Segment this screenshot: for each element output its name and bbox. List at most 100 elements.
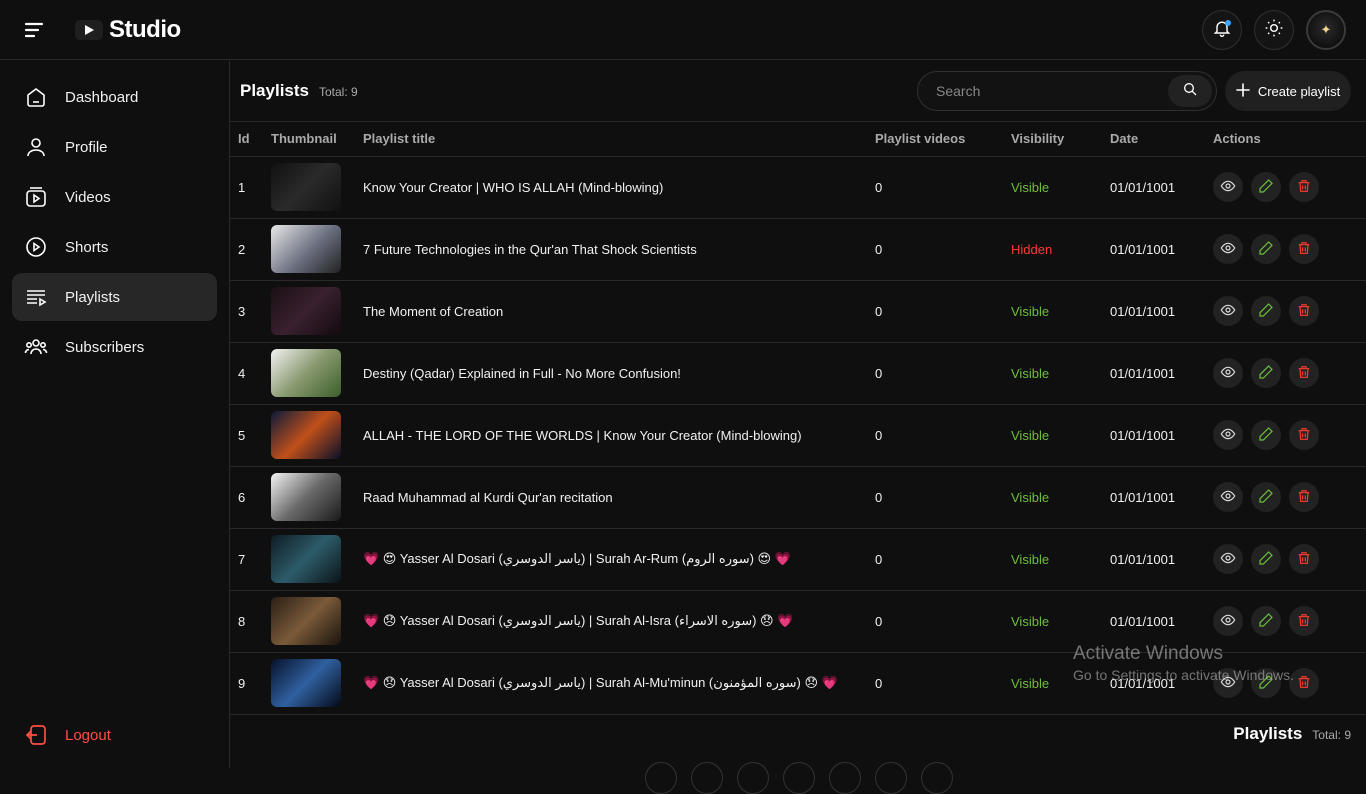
- sidebar-item-dashboard[interactable]: Dashboard: [12, 73, 217, 121]
- visibility-status: Visible: [1011, 528, 1110, 591]
- visibility-status: Visible: [1011, 280, 1110, 343]
- playlist-thumbnail[interactable]: [271, 287, 341, 335]
- playlist-title[interactable]: 7 Future Technologies in the Qur'an That…: [363, 218, 875, 281]
- sidebar-item-subscribers[interactable]: Subscribers: [12, 323, 217, 371]
- playlist-thumbnail[interactable]: [271, 597, 341, 645]
- delete-button[interactable]: [1289, 482, 1319, 512]
- view-button[interactable]: [1213, 668, 1243, 698]
- main-content: Playlists Total: 9 Create playlist Id Th…: [230, 61, 1366, 768]
- row-id: 1: [230, 156, 271, 219]
- playlist-video-count: 0: [875, 528, 1011, 591]
- delete-button[interactable]: [1289, 172, 1319, 202]
- playlist-title[interactable]: 💗 😞 Yasser Al Dosari (ياسر الدوسري) | Su…: [363, 652, 875, 715]
- edit-button[interactable]: [1251, 544, 1281, 574]
- sidebar-item-videos[interactable]: Videos: [12, 173, 217, 221]
- sidebar-item-label: Dashboard: [65, 88, 139, 106]
- pencil-icon: [1258, 302, 1274, 321]
- view-button[interactable]: [1213, 172, 1243, 202]
- view-button[interactable]: [1213, 482, 1243, 512]
- playlist-thumbnail[interactable]: [271, 535, 341, 583]
- play-logo-icon: [75, 20, 103, 40]
- playlist-title[interactable]: Know Your Creator | WHO IS ALLAH (Mind-b…: [363, 156, 875, 219]
- row-id: 9: [230, 652, 271, 715]
- column-header: Date: [1110, 122, 1213, 157]
- column-header: Visibility: [1011, 122, 1110, 157]
- table-row: 5 ALLAH - THE LORD OF THE WORLDS | Know …: [230, 404, 1366, 467]
- sidebar-item-profile[interactable]: Profile: [12, 123, 217, 171]
- playlist-thumbnail[interactable]: [271, 349, 341, 397]
- page-button[interactable]: [875, 762, 907, 794]
- playlist-date: 01/01/1001: [1110, 466, 1213, 529]
- theme-toggle-button[interactable]: [1254, 10, 1294, 50]
- sidebar-item-label: Shorts: [65, 238, 109, 256]
- playlist-thumbnail[interactable]: [271, 473, 341, 521]
- page-title: Playlists: [240, 81, 309, 100]
- edit-button[interactable]: [1251, 482, 1281, 512]
- edit-button[interactable]: [1251, 358, 1281, 388]
- create-playlist-button[interactable]: Create playlist: [1225, 71, 1351, 111]
- eye-icon: [1220, 178, 1236, 197]
- sidebar-item-shorts[interactable]: Shorts: [12, 223, 217, 271]
- playlist-title[interactable]: ALLAH - THE LORD OF THE WORLDS | Know Yo…: [363, 404, 875, 467]
- table-row: 2 7 Future Technologies in the Qur'an Th…: [230, 218, 1366, 281]
- notifications-button[interactable]: [1202, 10, 1242, 50]
- page-button[interactable]: [691, 762, 723, 794]
- playlist-thumbnail[interactable]: [271, 411, 341, 459]
- edit-button[interactable]: [1251, 234, 1281, 264]
- sidebar-item-label: Videos: [65, 188, 111, 206]
- playlist-thumbnail[interactable]: [271, 225, 341, 273]
- sidebar-item-label: Subscribers: [65, 338, 145, 356]
- playlist-thumbnail[interactable]: [271, 163, 341, 211]
- edit-button[interactable]: [1251, 668, 1281, 698]
- top-bar: Studio ✦: [0, 0, 1366, 60]
- edit-button[interactable]: [1251, 296, 1281, 326]
- trash-icon: [1296, 550, 1312, 569]
- playlist-video-count: 0: [875, 280, 1011, 343]
- edit-button[interactable]: [1251, 420, 1281, 450]
- playlist-title[interactable]: The Moment of Creation: [363, 280, 875, 343]
- menu-icon[interactable]: [22, 18, 48, 42]
- view-button[interactable]: [1213, 544, 1243, 574]
- footer-title: Playlists: [1233, 724, 1303, 743]
- playlist-title[interactable]: Destiny (Qadar) Explained in Full - No M…: [363, 342, 875, 405]
- playlist-title[interactable]: Raad Muhammad al Kurdi Qur'an recitation: [363, 466, 875, 529]
- sidebar: Dashboard Profile Videos Shorts Playlist…: [0, 61, 230, 768]
- studio-logo[interactable]: Studio: [75, 16, 181, 44]
- page-button[interactable]: [645, 762, 677, 794]
- view-button[interactable]: [1213, 606, 1243, 636]
- delete-button[interactable]: [1289, 358, 1319, 388]
- playlist-title[interactable]: 💗 😞 Yasser Al Dosari (ياسر الدوسري) | Su…: [363, 590, 875, 653]
- pencil-icon: [1258, 240, 1274, 259]
- playlist-title[interactable]: 💗 😍 Yasser Al Dosari (ياسر الدوسري) | Su…: [363, 528, 875, 591]
- playlist-date: 01/01/1001: [1110, 652, 1213, 715]
- playlist-date: 01/01/1001: [1110, 156, 1213, 219]
- table-footer: Playlists Total: 9: [1233, 724, 1351, 744]
- pencil-icon: [1258, 674, 1274, 693]
- delete-button[interactable]: [1289, 544, 1319, 574]
- logout-button[interactable]: Logout: [12, 711, 217, 759]
- edit-button[interactable]: [1251, 606, 1281, 636]
- delete-button[interactable]: [1289, 668, 1319, 698]
- avatar[interactable]: ✦: [1306, 10, 1346, 50]
- search-button[interactable]: [1168, 75, 1212, 107]
- page-button[interactable]: [829, 762, 861, 794]
- view-button[interactable]: [1213, 420, 1243, 450]
- delete-button[interactable]: [1289, 296, 1319, 326]
- edit-button[interactable]: [1251, 172, 1281, 202]
- page-button[interactable]: [921, 762, 953, 794]
- view-button[interactable]: [1213, 296, 1243, 326]
- playlist-thumbnail[interactable]: [271, 659, 341, 707]
- delete-button[interactable]: [1289, 234, 1319, 264]
- delete-button[interactable]: [1289, 606, 1319, 636]
- search-input[interactable]: [918, 83, 1168, 99]
- page-button[interactable]: [783, 762, 815, 794]
- logout-label: Logout: [65, 726, 111, 744]
- page-button[interactable]: [737, 762, 769, 794]
- view-button[interactable]: [1213, 234, 1243, 264]
- playlist-date: 01/01/1001: [1110, 342, 1213, 405]
- view-button[interactable]: [1213, 358, 1243, 388]
- delete-button[interactable]: [1289, 420, 1319, 450]
- sidebar-item-playlists[interactable]: Playlists: [12, 273, 217, 321]
- pencil-icon: [1258, 426, 1274, 445]
- trash-icon: [1296, 426, 1312, 445]
